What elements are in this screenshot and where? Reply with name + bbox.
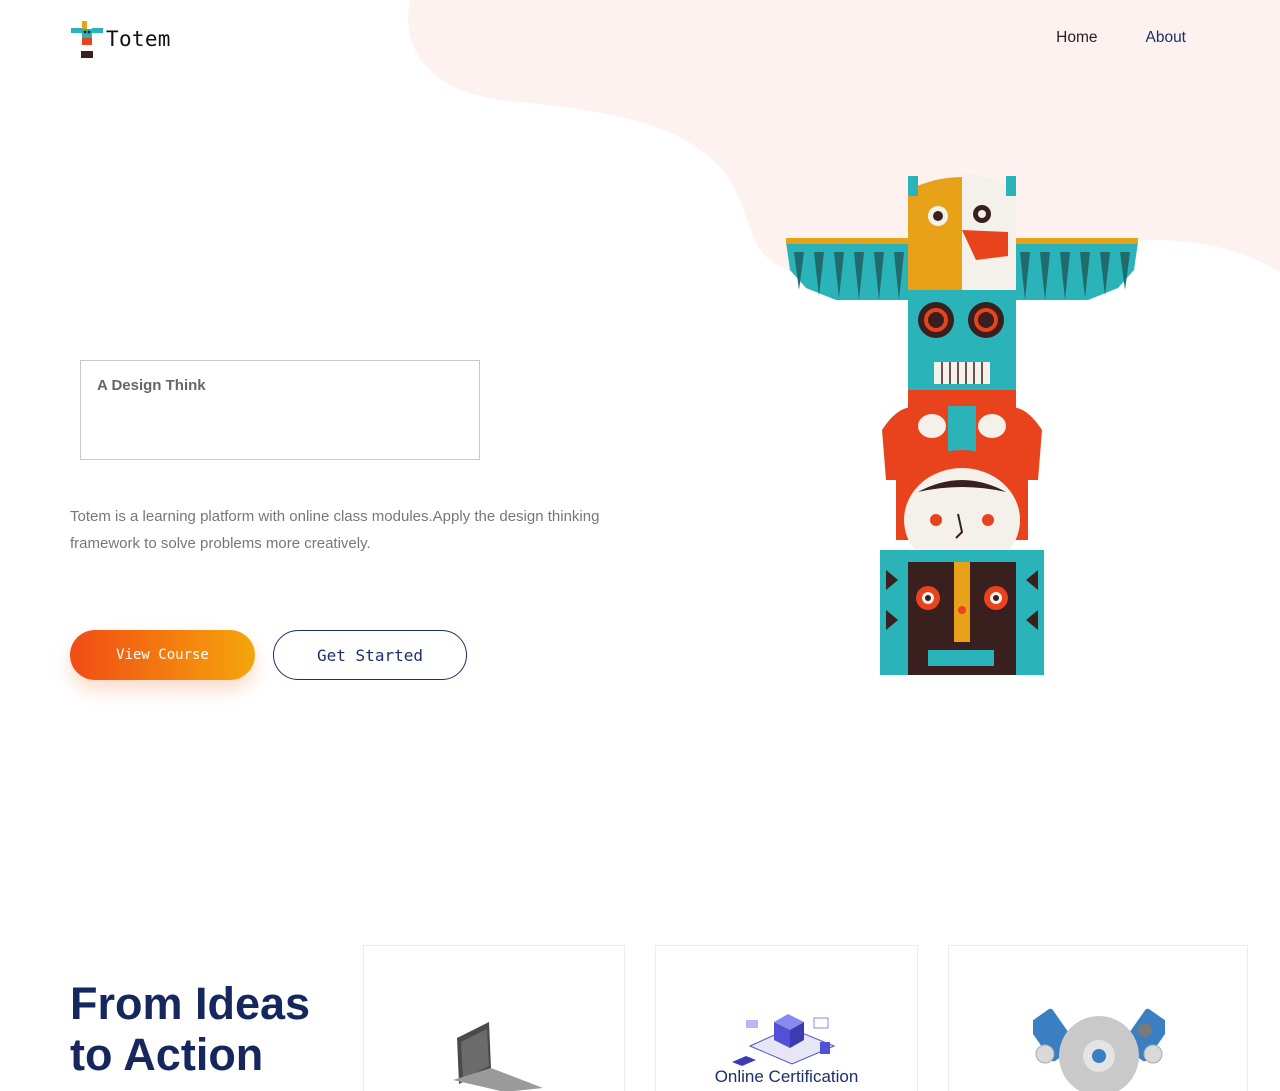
feature-card-label: Online Certification <box>714 1067 859 1086</box>
section-title: From Ideas to Action <box>70 978 310 1080</box>
main-nav: Home About <box>1056 29 1186 47</box>
view-course-button[interactable]: View Course <box>70 630 255 680</box>
hero-description: Totem is a learning platform with online… <box>70 508 600 552</box>
hero-title: A Design Think <box>97 377 206 394</box>
feature-card-2[interactable]: Online Certification <box>655 945 918 1091</box>
section-title-line1: From Ideas <box>70 978 311 1029</box>
get-started-button[interactable]: Get Started <box>273 630 467 680</box>
totem-pole-illustration <box>786 174 1138 675</box>
nav-home-link[interactable]: Home <box>1056 29 1097 47</box>
feature-card-3[interactable] <box>948 945 1248 1091</box>
totem-logo-icon <box>71 21 103 58</box>
isometric-network-illustration <box>732 1014 836 1066</box>
section-title-line2: to Action <box>70 1029 264 1080</box>
laptop-illustration <box>453 1022 543 1091</box>
brand[interactable]: Totem <box>70 19 171 59</box>
nav-about-link[interactable]: About <box>1145 29 1186 47</box>
hero-title-box: A Design Think <box>80 360 480 460</box>
engine-gear-illustration <box>1033 1008 1165 1091</box>
feature-card-1[interactable] <box>363 945 625 1091</box>
brand-name: Totem <box>106 27 171 51</box>
